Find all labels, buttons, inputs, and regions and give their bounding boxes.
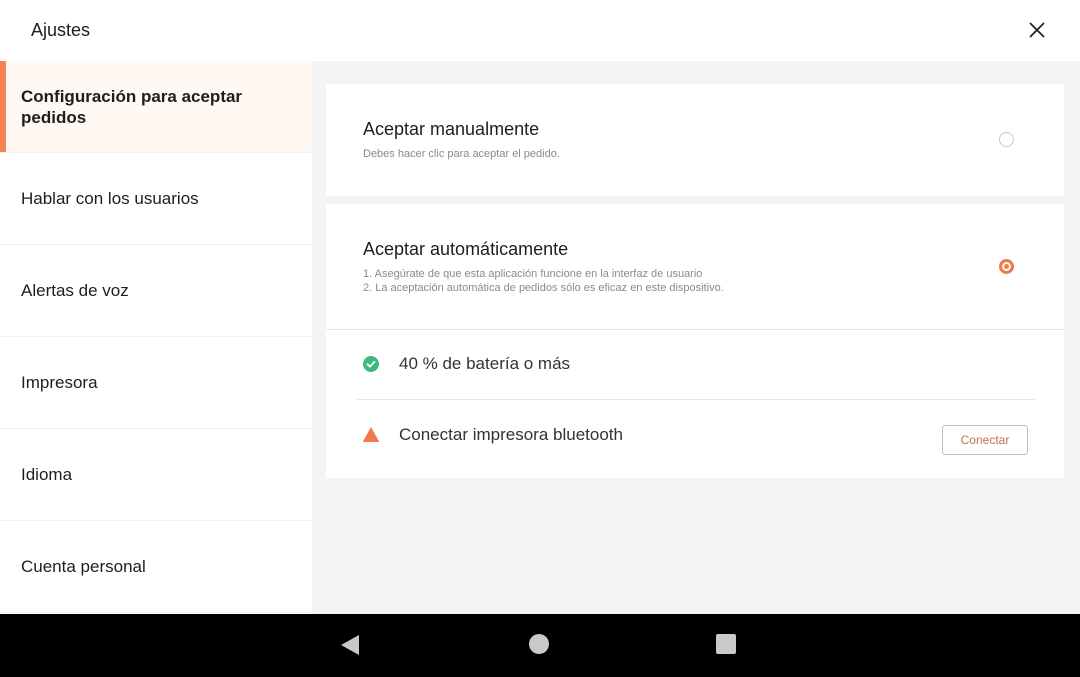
- sidebar-item-voice-alerts[interactable]: Alertas de voz: [0, 245, 312, 337]
- warning-triangle-icon: [363, 427, 379, 442]
- settings-screen: Ajustes Configuración para aceptar pedid…: [0, 0, 1080, 677]
- sidebar-item-label: Alertas de voz: [21, 280, 129, 300]
- divider: [326, 329, 1064, 330]
- sidebar-item-label: Configuración para aceptar pedidos: [21, 86, 243, 127]
- manual-accept-option[interactable]: Aceptar manualmente Debes hacer clic par…: [326, 84, 1064, 196]
- manual-accept-description: Debes hacer clic para aceptar el pedido.: [363, 148, 560, 160]
- home-icon[interactable]: [529, 634, 549, 654]
- sidebar-item-order-acceptance[interactable]: Configuración para aceptar pedidos: [0, 61, 312, 153]
- manual-accept-radio[interactable]: [999, 132, 1014, 147]
- requirement-printer: Conectar impresora bluetooth: [363, 425, 623, 445]
- auto-accept-note-2: 2. La aceptación automática de pedidos s…: [363, 282, 724, 294]
- sidebar-item-talk-to-users[interactable]: Hablar con los usuarios: [0, 153, 312, 245]
- sidebar-item-label: Impresora: [21, 372, 98, 392]
- sidebar-item-label: Hablar con los usuarios: [21, 188, 199, 208]
- back-icon[interactable]: [340, 634, 360, 656]
- auto-accept-title: Aceptar automáticamente: [363, 239, 569, 259]
- manual-accept-title: Aceptar manualmente: [363, 119, 540, 139]
- page-title: Ajustes: [31, 20, 91, 40]
- check-circle-icon: [363, 356, 379, 372]
- close-icon[interactable]: [1026, 19, 1048, 41]
- divider: [357, 399, 1035, 400]
- requirement-battery: 40 % de batería o más: [363, 354, 570, 374]
- sidebar-item-label: Cuenta personal: [21, 556, 146, 576]
- connect-printer-button[interactable]: Conectar: [942, 425, 1028, 455]
- main-panel: Aceptar manualmente Debes hacer clic par…: [312, 61, 1080, 614]
- auto-accept-radio[interactable]: [999, 259, 1014, 274]
- sidebar: Configuración para aceptar pedidos Habla…: [0, 61, 312, 614]
- sidebar-item-printer[interactable]: Impresora: [0, 337, 312, 429]
- requirement-printer-label: Conectar impresora bluetooth: [399, 425, 623, 444]
- auto-accept-option[interactable]: Aceptar automáticamente 1. Asegúrate de …: [326, 204, 1064, 478]
- header: Ajustes: [0, 0, 1080, 61]
- requirement-battery-label: 40 % de batería o más: [399, 354, 571, 373]
- system-nav-bar: [0, 614, 1080, 677]
- sidebar-item-language[interactable]: Idioma: [0, 429, 312, 521]
- recent-apps-icon[interactable]: [716, 634, 736, 654]
- auto-accept-note-1: 1. Asegúrate de que esta aplicación func…: [363, 268, 703, 280]
- sidebar-item-personal-account[interactable]: Cuenta personal: [0, 521, 312, 613]
- sidebar-item-label: Idioma: [21, 464, 73, 484]
